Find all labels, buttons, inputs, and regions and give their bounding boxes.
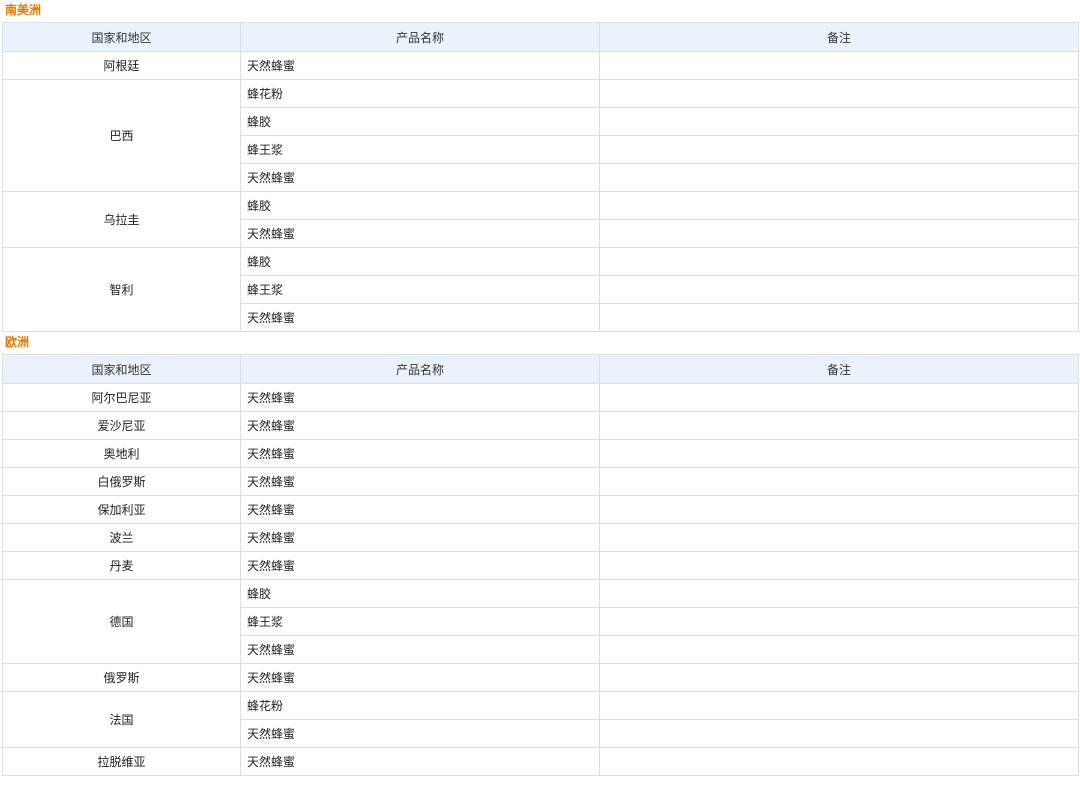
page: 南美洲 国家和地区 产品名称 备注 阿根廷 天然蜂蜜 巴西 蜂花粉 蜂胶 蜂王浆 天然蜂蜜 乌拉圭 蜂胶… [0,0,1080,776]
note-cell [599,191,1079,220]
country-cell: 白俄罗斯 [2,467,241,496]
note-cell [599,303,1079,332]
country-cell: 拉脱维亚 [2,747,241,776]
country-cell: 波兰 [2,523,241,552]
product-cell: 天然蜂蜜 [240,163,600,192]
note-cell [599,219,1079,248]
table-row: 波兰 天然蜂蜜 [2,523,1079,552]
product-cell: 天然蜂蜜 [240,439,600,468]
region-title: 欧洲 [5,335,30,349]
table-row: 阿尔巴尼亚 天然蜂蜜 [2,383,1079,412]
product-cell: 蜂胶 [240,579,600,608]
product-cell: 蜂胶 [240,247,600,276]
note-cell [599,247,1079,276]
product-cell: 蜂花粉 [240,691,600,720]
country-cell: 智利 [2,247,241,332]
note-cell [599,579,1079,608]
product-cell: 天然蜂蜜 [240,719,600,748]
product-cell: 天然蜂蜜 [240,747,600,776]
note-cell [599,383,1079,412]
region-table: 国家和地区 产品名称 备注 阿尔巴尼亚 天然蜂蜜 爱沙尼亚 天然蜂蜜 奥地利 天然蜂蜜 白俄罗斯天… [2,354,1079,776]
note-cell [599,163,1079,192]
country-cell: 德国 [2,579,241,664]
product-column-header: 产品名称 [240,354,600,384]
table-row: 乌拉圭 蜂胶 [2,191,1079,248]
note-cell [599,79,1079,108]
product-cell: 蜂王浆 [240,275,600,304]
region-title: 南美洲 [5,3,42,17]
product-cell: 天然蜂蜜 [240,411,600,440]
table-row: 德国 蜂胶 [2,579,1079,664]
table-row: 保加利亚 天然蜂蜜 [2,495,1079,524]
table-row: 奥地利 天然蜂蜜 [2,439,1079,468]
note-cell [599,439,1079,468]
region-table: 国家和地区 产品名称 备注 阿根廷 天然蜂蜜 巴西 蜂花粉 蜂胶 蜂王浆 天然蜂蜜 乌拉圭 蜂胶 天然蜂… [2,22,1079,332]
table-row: 巴西 蜂花粉 [2,79,1079,192]
note-cell [599,551,1079,580]
product-cell: 天然蜂蜜 [240,635,600,664]
note-column-header: 备注 [599,354,1079,384]
country-column-header: 国家和地区 [2,354,241,384]
note-cell [599,467,1079,496]
header-row: 国家和地区 产品名称 备注 [2,22,1079,52]
product-cell: 天然蜂蜜 [240,467,600,496]
product-cell: 蜂花粉 [240,79,600,108]
note-cell [599,719,1079,748]
note-cell [599,275,1079,304]
product-cell: 天然蜂蜜 [240,383,600,412]
product-column-header: 产品名称 [240,22,600,52]
note-cell [599,663,1079,692]
country-cell: 阿根廷 [2,51,241,80]
table-row: 法国 蜂花粉 [2,691,1079,748]
table-row: 白俄罗斯 天然蜂蜜 [2,467,1079,496]
table-row: 智利 蜂胶 [2,247,1079,332]
note-cell [599,495,1079,524]
note-cell [599,523,1079,552]
note-cell [599,607,1079,636]
note-cell [599,691,1079,720]
product-cell: 蜂胶 [240,107,600,136]
table-row: 拉脱维亚 天然蜂蜜 [2,747,1079,776]
product-cell: 蜂胶 [240,191,600,220]
country-cell: 乌拉圭 [2,191,241,248]
note-column-header: 备注 [599,22,1079,52]
table-row: 俄罗斯 天然蜂蜜 [2,663,1079,692]
note-cell [599,107,1079,136]
country-cell: 巴西 [2,79,241,192]
product-cell: 天然蜂蜜 [240,523,600,552]
country-cell: 法国 [2,691,241,748]
header-row: 国家和地区 产品名称 备注 [2,354,1079,384]
country-cell: 保加利亚 [2,495,241,524]
product-cell: 天然蜂蜜 [240,551,600,580]
note-cell [599,635,1079,664]
product-cell: 蜂王浆 [240,135,600,164]
product-cell: 蜂王浆 [240,607,600,636]
country-cell: 爱沙尼亚 [2,411,241,440]
table-row: 阿根廷 天然蜂蜜 [2,51,1079,80]
product-cell: 天然蜂蜜 [240,495,600,524]
product-cell: 天然蜂蜜 [240,303,600,332]
country-cell: 奥地利 [2,439,241,468]
country-cell: 丹麦 [2,551,241,580]
country-cell: 阿尔巴尼亚 [2,383,241,412]
product-cell: 天然蜂蜜 [240,51,600,80]
note-cell [599,411,1079,440]
note-cell [599,747,1079,776]
product-cell: 天然蜂蜜 [240,663,600,692]
note-cell [599,51,1079,80]
note-cell [599,135,1079,164]
country-column-header: 国家和地区 [2,22,241,52]
country-cell: 俄罗斯 [2,663,241,692]
table-row: 丹麦 天然蜂蜜 [2,551,1079,580]
table-row: 爱沙尼亚 天然蜂蜜 [2,411,1079,440]
product-cell: 天然蜂蜜 [240,219,600,248]
